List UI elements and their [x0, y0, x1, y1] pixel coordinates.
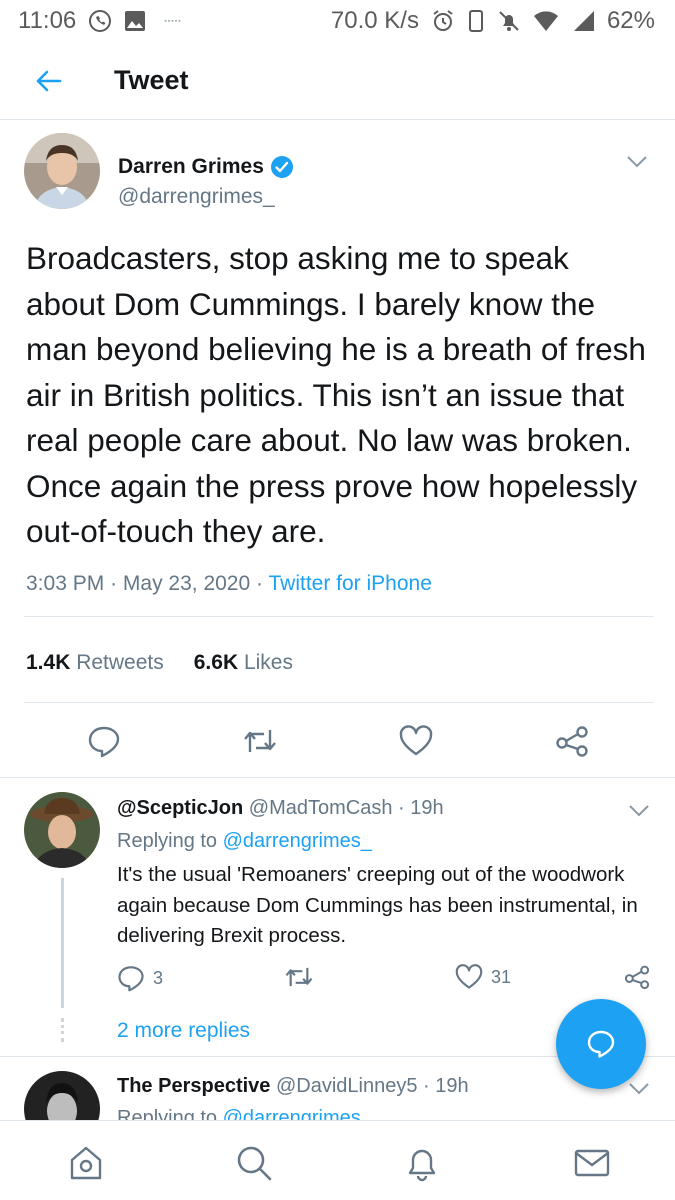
- battery-level: 62%: [606, 7, 655, 34]
- avatar[interactable]: [24, 1071, 100, 1120]
- meta-separator: ·: [110, 572, 118, 595]
- share-icon: [624, 964, 650, 990]
- reply-author-name[interactable]: @ScepticJon: [117, 797, 243, 819]
- reply-icon: [87, 724, 121, 758]
- like-count: 31: [491, 966, 512, 987]
- reply-actions: 3 31: [0, 964, 675, 1004]
- status-bar: 11:06 ▪▪▪▪▪ 70.0 K/s 62%: [0, 0, 675, 42]
- retweets-stat[interactable]: 1.4K Retweets: [26, 651, 164, 675]
- reply-time: 19h: [410, 797, 444, 819]
- alarm-icon: [431, 9, 455, 33]
- wifi-icon: [533, 10, 559, 32]
- notifications-icon: [402, 1143, 442, 1183]
- reply-reply-button[interactable]: 3: [117, 964, 163, 992]
- author-name[interactable]: Darren Grimes: [118, 155, 294, 179]
- replying-to-label: Replying to: [117, 830, 218, 852]
- net-speed: 70.0 K/s: [330, 7, 419, 34]
- more-replies-link[interactable]: 2 more replies: [117, 1019, 250, 1043]
- search-icon: [234, 1143, 274, 1183]
- reply-retweet-button[interactable]: [284, 964, 314, 990]
- bottom-nav: [0, 1120, 675, 1200]
- nav-messages[interactable]: [570, 1141, 614, 1185]
- retweet-icon: [284, 964, 314, 990]
- likes-stat[interactable]: 6.6K Likes: [194, 651, 293, 675]
- reply-icon: [117, 964, 145, 992]
- likes-count: 6.6K: [193, 651, 239, 674]
- reply-menu-button[interactable]: [628, 1082, 650, 1096]
- replying-to: Replying to @darrengrimes_: [117, 1107, 372, 1120]
- reply-text: It's the usual 'Remoaners' creeping out …: [117, 863, 638, 947]
- reply-author-handle[interactable]: @MadTomCash: [249, 797, 393, 819]
- share-button[interactable]: [552, 721, 592, 761]
- home-icon: [66, 1143, 106, 1183]
- retweet-button[interactable]: [240, 721, 280, 761]
- reply-share-button[interactable]: [624, 964, 650, 990]
- replying-to: Replying to @darrengrimes_: [117, 830, 372, 853]
- retweets-label: Retweets: [76, 651, 164, 674]
- likes-label: Likes: [243, 651, 293, 674]
- nav-notifications[interactable]: [400, 1141, 444, 1185]
- mute-icon: [497, 9, 521, 33]
- tweet-text: Broadcasters, stop asking me to speak ab…: [26, 240, 646, 549]
- replying-to-mention[interactable]: @darrengrimes_: [223, 1107, 372, 1120]
- tweet-date: May 23, 2020: [122, 572, 251, 595]
- replying-to-label: Replying to: [117, 1107, 218, 1120]
- share-icon: [555, 725, 589, 757]
- compose-reply-button[interactable]: [556, 999, 646, 1089]
- tweet-actions: [0, 713, 675, 769]
- app-header: Tweet: [0, 42, 675, 120]
- retweets-count: 1.4K: [26, 651, 71, 674]
- gallery-icon: [124, 10, 146, 32]
- avatar[interactable]: [24, 133, 100, 209]
- divider: [24, 616, 654, 617]
- like-button[interactable]: [396, 721, 436, 761]
- page-title: Tweet: [114, 65, 189, 95]
- tweet-menu-button[interactable]: [626, 155, 648, 169]
- arrow-left-icon: [34, 69, 62, 93]
- messages-icon: [572, 1143, 612, 1183]
- reply-time: 19h: [435, 1075, 469, 1097]
- reply-header: @ScepticJon @MadTomCash · 19h: [117, 797, 444, 820]
- thread-dots: [61, 1018, 64, 1042]
- chevron-down-icon: [628, 1082, 650, 1096]
- tweet-time: 3:03 PM: [26, 572, 105, 595]
- verified-badge-icon: [270, 155, 294, 179]
- meta-separator: ·: [423, 1075, 430, 1097]
- meta-separator: ·: [256, 572, 264, 595]
- compose-reply-icon: [584, 1027, 618, 1061]
- author-name-text: Darren Grimes: [118, 155, 264, 178]
- divider: [24, 702, 654, 703]
- reply-like-button[interactable]: 31: [455, 964, 511, 990]
- reply-author-name[interactable]: The Perspective: [117, 1075, 270, 1097]
- signal-icon: [571, 10, 595, 32]
- replying-to-mention[interactable]: @darrengrimes_: [223, 830, 372, 852]
- nav-home[interactable]: [64, 1141, 108, 1185]
- tweet-source-link[interactable]: Twitter for iPhone: [268, 572, 431, 595]
- reply-count: 3: [153, 967, 164, 988]
- author-handle[interactable]: @darrengrimes_: [118, 185, 275, 209]
- tweet-author-row: Darren Grimes @darrengrimes_: [24, 133, 654, 213]
- chevron-down-icon: [626, 155, 648, 169]
- avatar[interactable]: [24, 792, 100, 868]
- heart-icon: [399, 725, 433, 757]
- retweet-icon: [242, 726, 278, 756]
- meta-separator: ·: [398, 797, 405, 819]
- reply-button[interactable]: [84, 721, 124, 761]
- back-button[interactable]: [18, 51, 78, 111]
- reply-author-handle[interactable]: @DavidLinney5: [276, 1075, 418, 1097]
- reply-menu-button[interactable]: [628, 804, 669, 818]
- whatsapp-icon: [88, 9, 112, 33]
- status-time: 11:06: [18, 7, 77, 34]
- heart-icon: [455, 964, 483, 990]
- vibrate-icon: [467, 9, 485, 33]
- status-notification-dots: ▪▪▪▪▪: [164, 17, 182, 25]
- tweet-stats: 1.4K Retweets 6.6K Likes: [26, 651, 293, 675]
- tweet-meta: 3:03 PM · May 23, 2020 · Twitter for iPh…: [26, 572, 432, 596]
- reply-header: The Perspective @DavidLinney5 · 19h: [117, 1075, 469, 1098]
- nav-search[interactable]: [232, 1141, 276, 1185]
- chevron-down-icon: [628, 804, 669, 818]
